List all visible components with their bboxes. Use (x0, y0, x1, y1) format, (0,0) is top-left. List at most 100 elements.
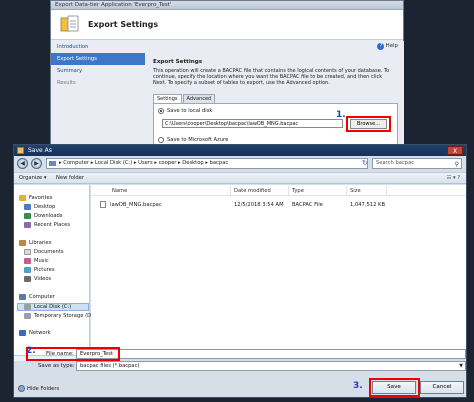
wizard-nav: Introduction Export Settings Summary Res… (51, 41, 145, 151)
close-button[interactable]: X (447, 146, 463, 155)
export-wizard-window: Export Data-tier Application 'Everpro_Te… (50, 0, 404, 151)
radio-unselected-icon[interactable] (158, 137, 164, 143)
network-icon (19, 330, 26, 336)
step-2-marker: 2. (26, 346, 36, 356)
view-options-icon[interactable]: ☷ ▾ ? (447, 175, 460, 181)
wizard-banner: Export Settings (51, 10, 403, 40)
settings-tabs: Settings Advanced (153, 94, 216, 103)
tree-label: Pictures (34, 267, 55, 273)
tree-local-disk[interactable]: Local Disk (C:) (24, 304, 71, 310)
tree-temporary-storage[interactable]: Temporary Storage (D (24, 313, 91, 319)
tree-computer[interactable]: Computer (19, 294, 55, 300)
column-type[interactable]: Type (289, 186, 347, 196)
hide-folders-label: Hide Folders (27, 385, 60, 392)
tree-label: Local Disk (C:) (34, 304, 72, 310)
documents-icon (24, 249, 31, 255)
nav-item-export-settings[interactable]: Export Settings (51, 53, 145, 65)
column-name[interactable]: Name (109, 186, 231, 196)
tree-desktop[interactable]: Desktop (24, 204, 55, 210)
tree-label: Network (29, 330, 51, 336)
tree-videos[interactable]: Videos (24, 276, 51, 282)
file-type-cell: BACPAC File (292, 202, 323, 208)
export-wizard-icon (60, 15, 79, 32)
new-folder-button[interactable]: New folder (56, 175, 84, 181)
computer-icon (49, 161, 56, 166)
tree-label: Libraries (29, 240, 52, 246)
tree-label: Temporary Storage (D (34, 313, 92, 319)
chevron-down-icon: ▼ (459, 363, 463, 369)
tab-settings[interactable]: Settings (153, 94, 182, 103)
computer-icon (19, 294, 26, 300)
wizard-title-bar: Export Data-tier Application 'Everpro_Te… (51, 1, 403, 10)
file-name-cell[interactable]: lawDB_MNG.bacpac (110, 202, 162, 208)
section-title: Export Settings (153, 59, 203, 65)
nav-item-introduction[interactable]: Introduction (51, 41, 145, 53)
desktop-icon (24, 204, 31, 210)
libraries-icon (19, 240, 26, 246)
save-azure-option[interactable]: Save to Microsoft Azure (158, 137, 228, 143)
wizard-main-panel: ? Help Export Settings This operation wil… (146, 41, 404, 151)
cancel-button[interactable]: Cancel (420, 381, 464, 394)
chevron-up-icon (18, 385, 25, 392)
local-path-input[interactable] (162, 119, 343, 128)
nav-item-summary[interactable]: Summary (51, 65, 145, 77)
file-size-cell: 1,047,512 KB (350, 202, 386, 208)
step-1-marker: 1. (336, 110, 346, 120)
folder-icon (17, 147, 24, 154)
tree-music[interactable]: Music (24, 258, 49, 264)
tree-favorites[interactable]: Favorites (19, 195, 52, 201)
file-date-cell: 12/5/2018 3:54 AM (234, 202, 284, 208)
tree-network[interactable]: Network (19, 330, 51, 336)
file-icon (100, 201, 106, 208)
column-size[interactable]: Size (347, 186, 387, 196)
tree-libraries[interactable]: Libraries (19, 240, 51, 246)
tree-label: Music (34, 258, 49, 264)
breadcrumb[interactable]: ▸ Computer ▸ Local Disk (C:) ▸ Users ▸ c… (46, 158, 368, 169)
radio-selected-icon[interactable] (158, 108, 164, 114)
hide-folders-button[interactable]: Hide Folders (18, 385, 59, 392)
tree-recent-places[interactable]: Recent Places (24, 222, 70, 228)
refresh-icon[interactable]: ↻ (362, 159, 368, 167)
browse-highlight-box (346, 116, 391, 132)
file-name-highlight-box (26, 347, 120, 361)
tree-label: Documents (34, 249, 64, 255)
tree-label: Recent Places (34, 222, 71, 228)
tree-pictures[interactable]: Pictures (24, 267, 55, 273)
tab-advanced[interactable]: Advanced (182, 94, 216, 103)
search-icon: ⚲ (454, 161, 459, 168)
star-icon (19, 195, 26, 201)
tree-label: Computer (29, 294, 55, 300)
dialog-toolbar: Organize ▾ New folder ☷ ▾ ? (14, 172, 466, 184)
help-link[interactable]: ? Help (377, 43, 398, 50)
save-type-value: bacpac files (*.bacpac) (80, 363, 140, 369)
wizard-heading: Export Settings (88, 20, 159, 29)
section-description: This operation will create a BACPAC file… (153, 68, 390, 87)
tree-downloads[interactable]: Downloads (24, 213, 63, 219)
address-row: ◀ ▶ ▸ Computer ▸ Local Disk (C:) ▸ Users… (14, 157, 466, 171)
column-date-modified[interactable]: Date modified (231, 186, 289, 196)
navigation-tree: Favorites Desktop Downloads Recent Place… (14, 185, 91, 355)
search-input[interactable]: Search bacpac ⚲ (372, 158, 462, 169)
music-icon (24, 258, 31, 264)
step-3-marker: 3. (353, 381, 363, 391)
tree-documents[interactable]: Documents (24, 249, 64, 255)
save-type-select[interactable]: bacpac files (*.bacpac) ▼ (76, 361, 466, 371)
dialog-title-bar: Save As X (14, 145, 466, 156)
pictures-icon (24, 267, 31, 273)
tree-label: Desktop (34, 204, 56, 210)
dialog-title: Save As (28, 147, 52, 154)
tree-label: Downloads (34, 213, 63, 219)
file-list: Name Date modified Type Size lawDB_MNG.b… (91, 185, 466, 355)
disk-icon (24, 313, 31, 319)
back-arrow-icon[interactable]: ◀ (17, 158, 28, 169)
nav-item-results: Results (57, 80, 76, 86)
save-local-option[interactable]: Save to local disk (158, 108, 212, 114)
save-type-label: Save as type: (38, 363, 75, 369)
videos-icon (24, 276, 31, 282)
file-name-input[interactable] (76, 349, 466, 359)
tree-label: Videos (34, 276, 52, 282)
organize-menu[interactable]: Organize ▾ (19, 175, 47, 181)
forward-arrow-icon[interactable]: ▶ (31, 158, 42, 169)
breadcrumb-path: ▸ Computer ▸ Local Disk (C:) ▸ Users ▸ c… (59, 160, 229, 166)
disk-icon (24, 304, 31, 310)
